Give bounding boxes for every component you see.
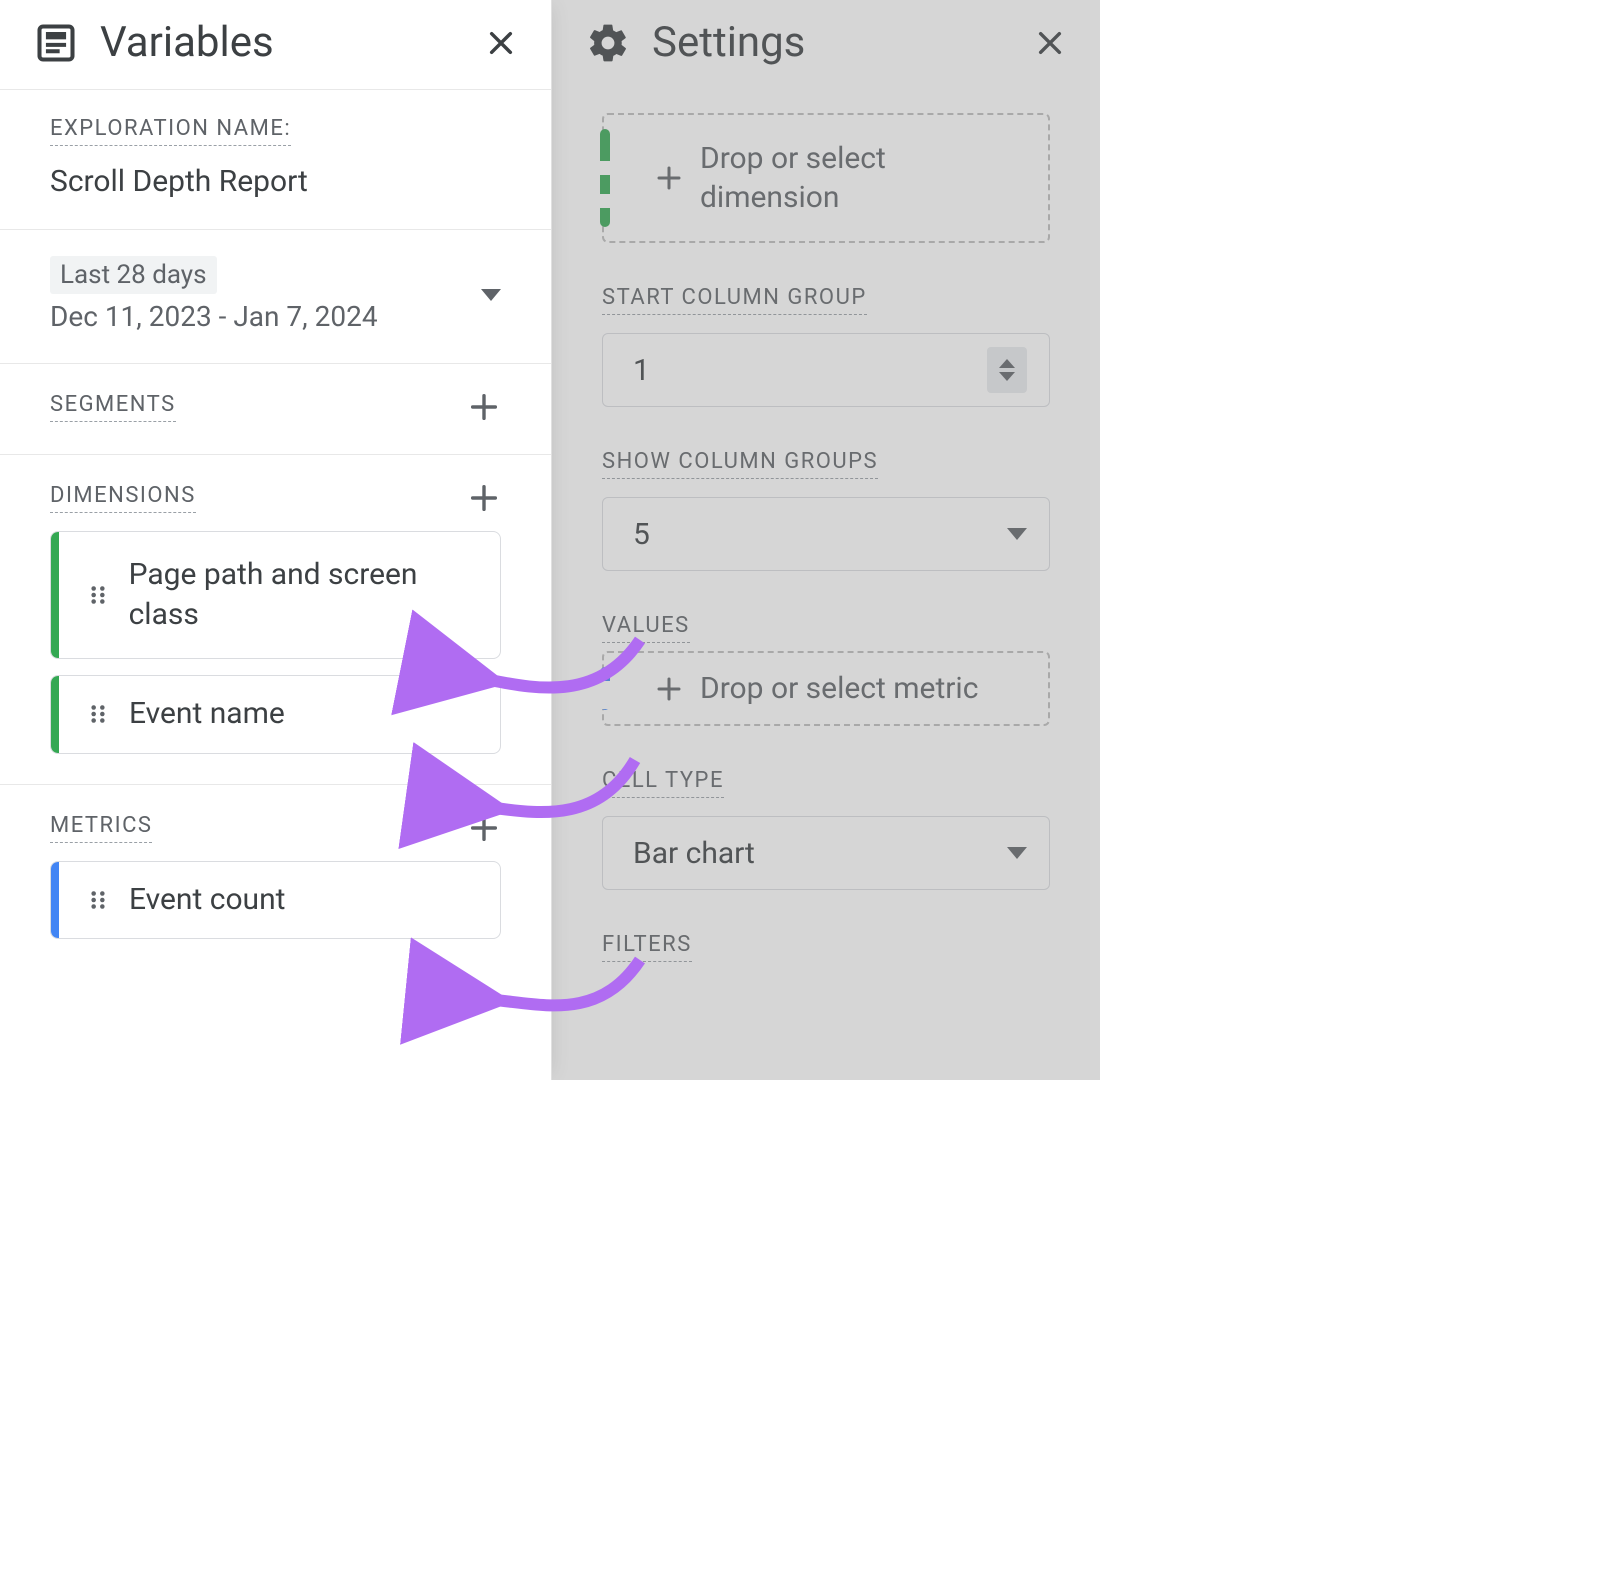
metric-chip[interactable]: Event count: [50, 861, 501, 940]
variables-panel: Variables EXPLORATION NAME: Scroll Depth…: [0, 0, 552, 1080]
dimensions-section: DIMENSIONS Page path and screen class Ev: [0, 455, 551, 785]
metric-drop-text: Drop or select metric: [700, 669, 978, 708]
add-dimension-button[interactable]: [467, 481, 501, 515]
chevron-down-icon: [1007, 847, 1027, 859]
dimension-chip[interactable]: Event name: [50, 675, 501, 754]
drag-handle-icon[interactable]: [85, 701, 111, 727]
cell-type-value: Bar chart: [633, 836, 995, 871]
metric-drop-zone[interactable]: Drop or select metric: [602, 651, 1050, 726]
segments-label: SEGMENTS: [50, 392, 176, 422]
date-preset-chip: Last 28 days: [50, 256, 217, 294]
dimensions-label: DIMENSIONS: [50, 483, 196, 513]
segments-section: SEGMENTS: [0, 364, 551, 455]
metrics-label: METRICS: [50, 813, 152, 843]
date-range-picker[interactable]: Last 28 days Dec 11, 2023 - Jan 7, 2024: [0, 230, 551, 364]
start-column-group-value: 1: [633, 353, 987, 388]
cell-type-select[interactable]: Bar chart: [602, 816, 1050, 890]
filters-label: FILTERS: [602, 932, 692, 962]
settings-header: Settings: [552, 0, 1100, 89]
metric-chip-label: Event count: [129, 862, 309, 939]
number-stepper[interactable]: [987, 347, 1027, 393]
variables-icon: [34, 21, 78, 65]
settings-title: Settings: [652, 18, 1030, 67]
start-column-group-label: START COLUMN GROUP: [602, 285, 867, 315]
dimension-chip-label: Event name: [129, 676, 309, 753]
close-settings-button[interactable]: [1030, 23, 1070, 63]
close-variables-button[interactable]: [481, 23, 521, 63]
date-range-text: Dec 11, 2023 - Jan 7, 2024: [50, 300, 481, 333]
plus-icon: [654, 163, 684, 193]
chevron-down-icon: [1007, 528, 1027, 540]
show-column-groups-label: SHOW COLUMN GROUPS: [602, 449, 878, 479]
drag-handle-icon[interactable]: [85, 582, 111, 608]
drag-handle-icon[interactable]: [85, 887, 111, 913]
show-column-groups-value: 5: [633, 517, 995, 552]
variables-header: Variables: [0, 0, 551, 90]
show-column-groups-select[interactable]: 5: [602, 497, 1050, 571]
dimension-drop-zone[interactable]: Drop or select dimension: [602, 113, 1050, 243]
exploration-name-section: EXPLORATION NAME: Scroll Depth Report: [0, 90, 551, 230]
settings-panel: Settings Drop or select dimension START …: [552, 0, 1100, 1080]
dimension-chip-label: Page path and screen class: [129, 537, 500, 654]
exploration-name-label: EXPLORATION NAME:: [50, 116, 291, 146]
start-column-group-input[interactable]: 1: [602, 333, 1050, 407]
variables-title: Variables: [100, 18, 481, 67]
values-label: VALUES: [602, 613, 690, 643]
settings-gear-icon: [586, 21, 630, 65]
dimension-drop-text: Drop or select dimension: [700, 139, 1024, 217]
add-segment-button[interactable]: [467, 390, 501, 424]
dimension-chip[interactable]: Page path and screen class: [50, 531, 501, 659]
cell-type-label: CELL TYPE: [602, 768, 724, 798]
chevron-down-icon: [481, 289, 501, 301]
plus-icon: [654, 674, 684, 704]
add-metric-button[interactable]: [467, 811, 501, 845]
metrics-section: METRICS Event count: [0, 785, 551, 970]
exploration-name-value[interactable]: Scroll Depth Report: [50, 164, 501, 199]
